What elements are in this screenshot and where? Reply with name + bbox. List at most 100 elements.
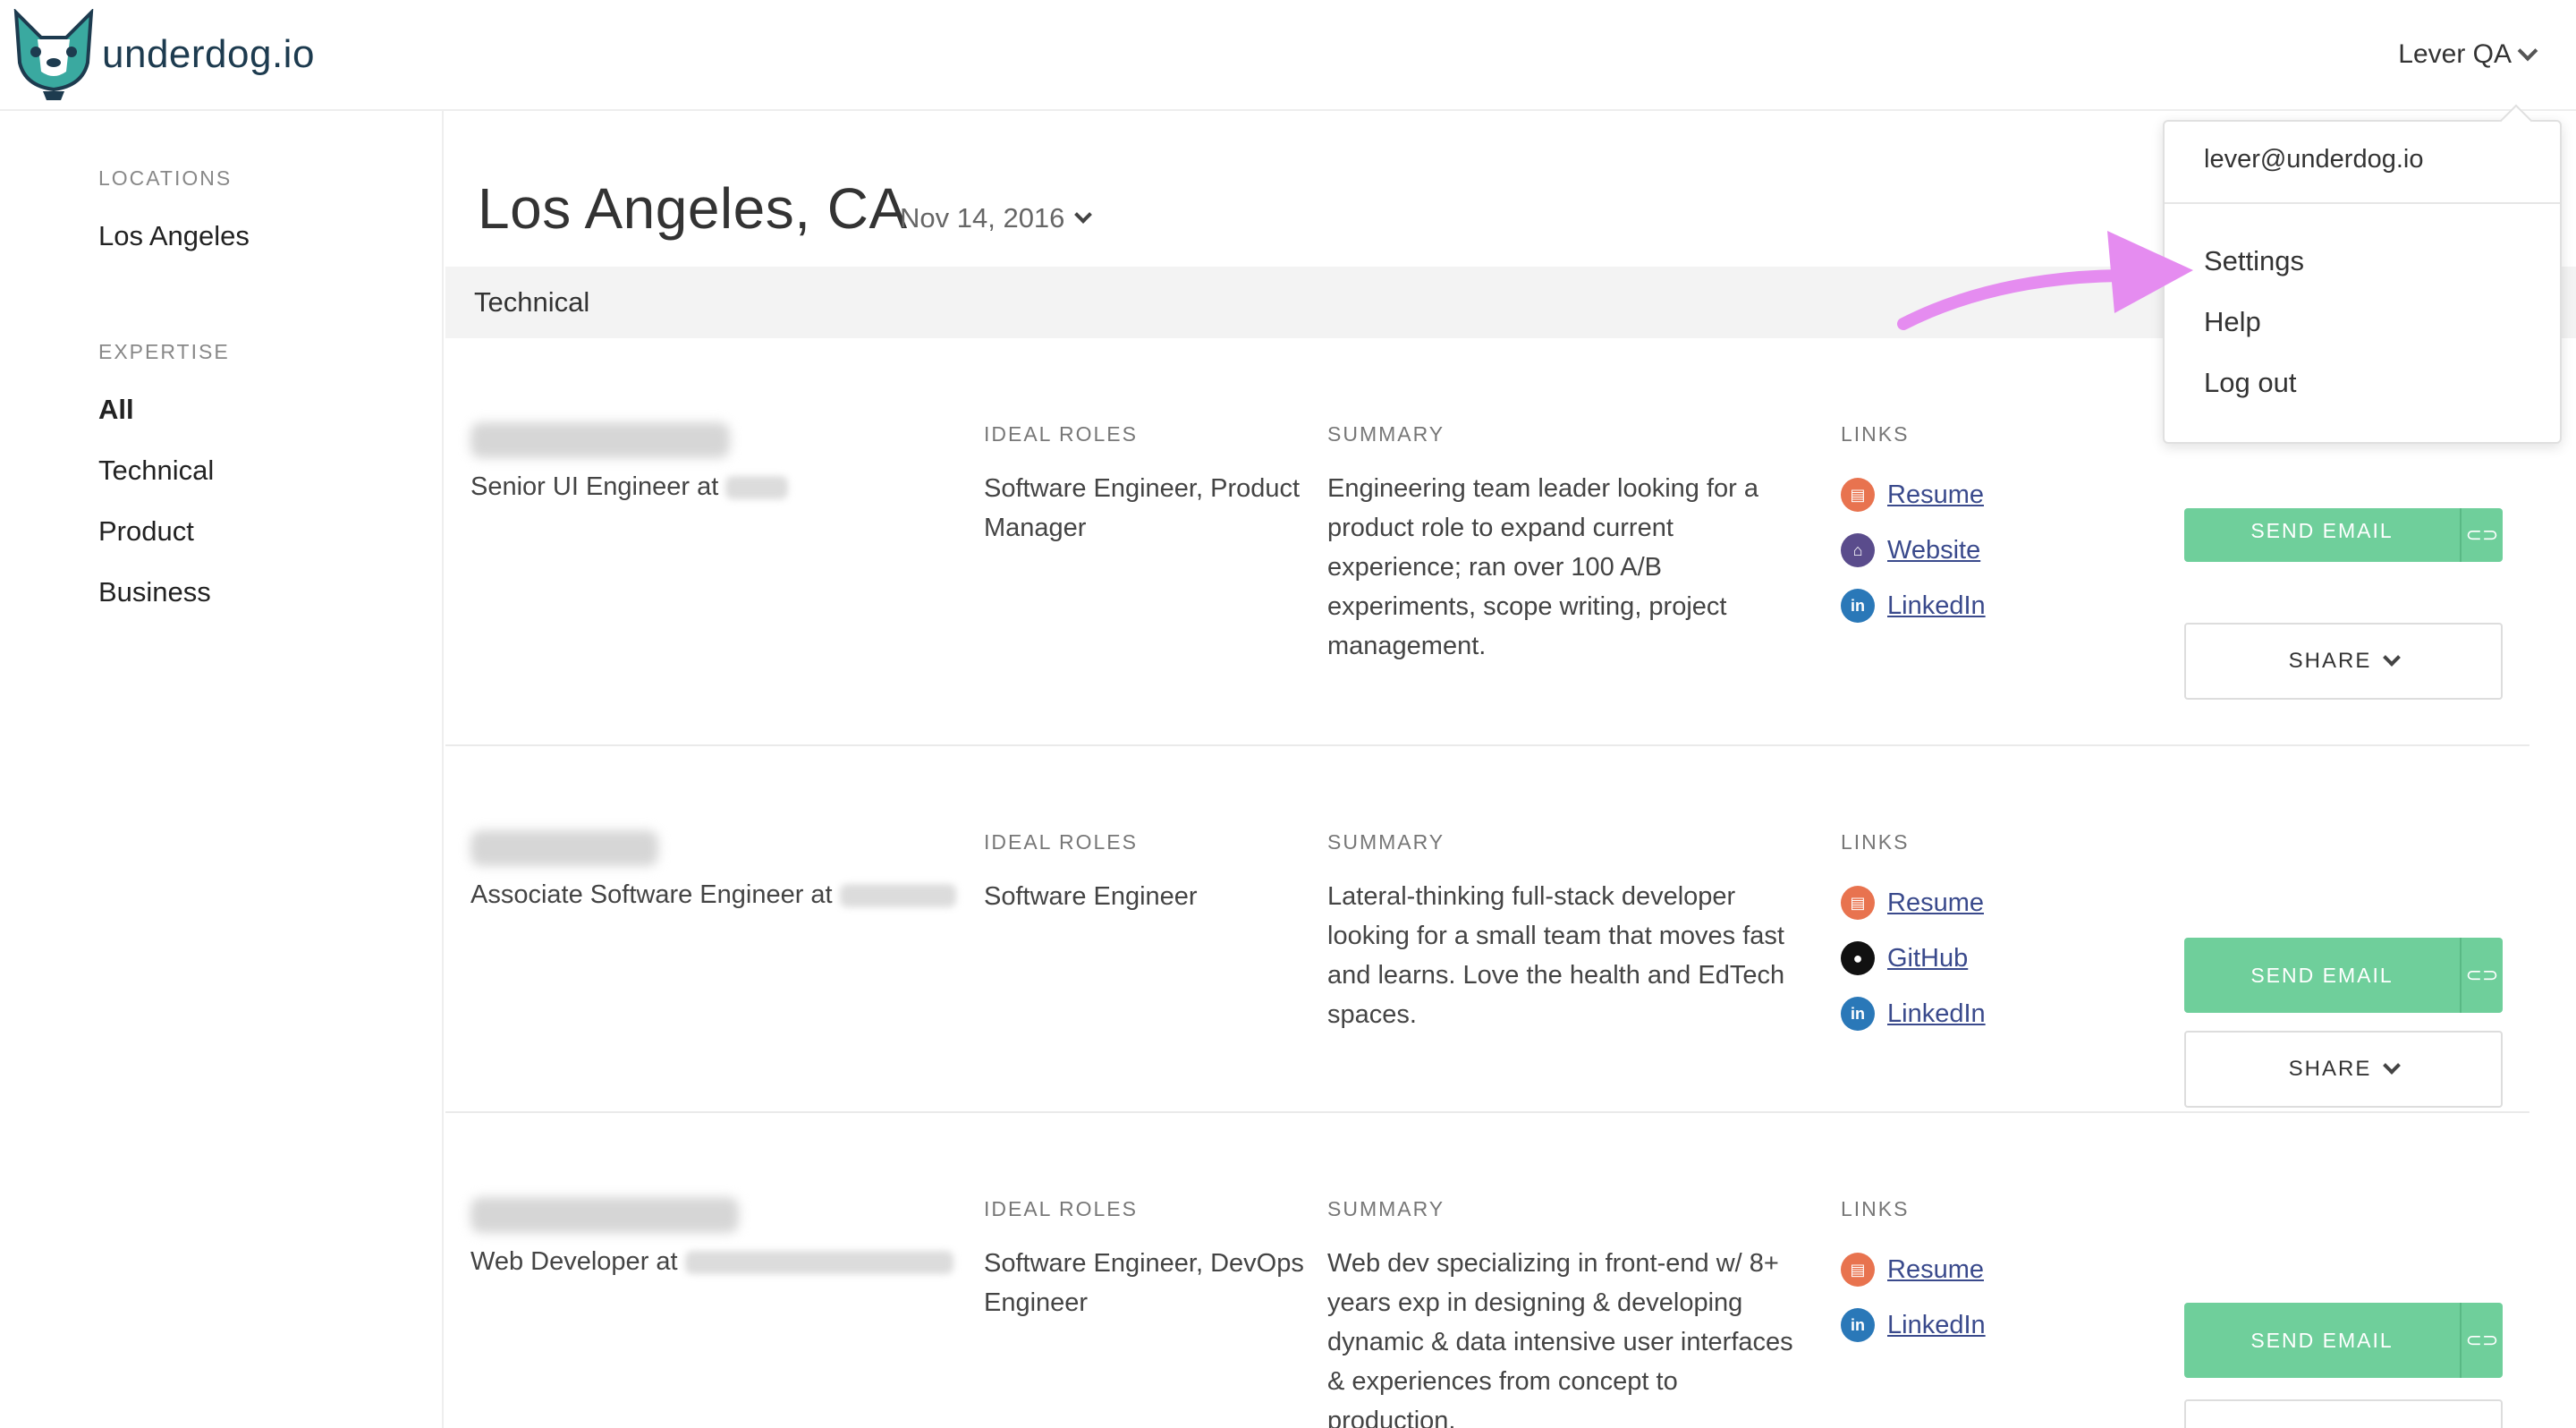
link-icon[interactable]: ⊂⊃: [2462, 508, 2503, 562]
linkedin-link-text[interactable]: LinkedIn: [1887, 999, 1986, 1029]
menu-item-log-out[interactable]: Log out: [2204, 367, 2296, 399]
share-button[interactable]: SHARE: [2184, 1031, 2503, 1108]
share-button[interactable]: SHARE: [2184, 623, 2503, 700]
resume-link-text[interactable]: Resume: [1887, 480, 1984, 510]
ideal-roles-value: Software Engineer, DevOps Engineer: [984, 1249, 1304, 1317]
github-link-text[interactable]: GitHub: [1887, 944, 1968, 973]
send-email-label: SEND EMAIL: [2250, 518, 2394, 542]
linkedin-link-text[interactable]: LinkedIn: [1887, 591, 1986, 621]
resume-link-text[interactable]: Resume: [1887, 888, 1984, 918]
underdog-logo-icon[interactable]: [11, 9, 97, 102]
date-label: Nov 14, 2016: [900, 202, 1065, 234]
brand-name[interactable]: underdog.io: [102, 32, 315, 77]
linkedin-link-text[interactable]: LinkedIn: [1887, 1311, 1986, 1340]
ideal-roles-label: IDEAL ROLES: [984, 422, 1138, 446]
summary-value: Lateral-thinking full-stack developer lo…: [1327, 882, 1785, 1029]
candidate-title-text: Associate Software Engineer at: [470, 880, 833, 909]
filter-sidebar: LOCATIONS Los Angeles EXPERTISE All Tech…: [0, 111, 444, 1428]
dropdown-divider: [2165, 202, 2560, 204]
ideal-roles-value: Software Engineer, Product Manager: [984, 474, 1301, 542]
share-button[interactable]: SHARE: [2184, 1399, 2503, 1428]
menu-item-help[interactable]: Help: [2204, 306, 2261, 338]
linkedin-link[interactable]: in LinkedIn: [1841, 986, 1986, 1041]
candidate-name-blurred: [470, 422, 730, 458]
candidate-title: Associate Software Engineer at: [470, 880, 956, 910]
summary-value: Engineering team leader looking for a pr…: [1327, 474, 1759, 660]
date-select[interactable]: Nov 14, 2016: [900, 202, 1093, 234]
candidate-card: Associate Software Engineer at IDEAL ROL…: [445, 830, 2576, 1135]
locations-heading: LOCATIONS: [98, 166, 233, 190]
links-label: LINKS: [1841, 830, 1910, 854]
resume-link-text[interactable]: Resume: [1887, 1255, 1984, 1285]
share-label: SHARE: [2288, 1057, 2372, 1081]
account-dropdown: lever@underdog.io Settings Help Log out: [2163, 120, 2562, 444]
expertise-heading: EXPERTISE: [98, 340, 230, 363]
chevron-down-icon: [2383, 649, 2402, 667]
send-email-label: SEND EMAIL: [2250, 1328, 2394, 1352]
sidebar-item-technical[interactable]: Technical: [98, 455, 214, 487]
send-email-label: SEND EMAIL: [2250, 963, 2394, 987]
send-email-button[interactable]: SEND EMAIL ⊂⊃: [2184, 508, 2503, 562]
links-list: ▤ Resume in LinkedIn: [1841, 1242, 1986, 1353]
send-email-button[interactable]: SEND EMAIL ⊂⊃: [2184, 1303, 2503, 1378]
summary-value: Web dev specializing in front-end w/ 8+ …: [1327, 1249, 1793, 1428]
candidate-title-text: Web Developer at: [470, 1247, 678, 1276]
summary-label: SUMMARY: [1327, 830, 1445, 854]
row-divider: [445, 744, 2529, 746]
linkedin-icon: in: [1841, 1308, 1875, 1342]
github-icon: ●: [1841, 941, 1875, 975]
top-header: underdog.io Lever QA: [0, 0, 2576, 111]
sidebar-item-all[interactable]: All: [98, 394, 134, 426]
document-icon: ▤: [1841, 478, 1875, 512]
candidate-card: Senior UI Engineer at IDEAL ROLES Softwa…: [445, 422, 2576, 798]
account-menu-toggle[interactable]: Lever QA: [2398, 39, 2538, 70]
resume-link[interactable]: ▤ Resume: [1841, 875, 1986, 931]
account-label: Lever QA: [2398, 39, 2512, 69]
sidebar-item-business[interactable]: Business: [98, 576, 211, 608]
sidebar-item-product[interactable]: Product: [98, 515, 194, 548]
ideal-roles-label: IDEAL ROLES: [984, 1197, 1138, 1220]
linkedin-link[interactable]: in LinkedIn: [1841, 578, 1986, 633]
row-divider: [445, 1111, 2529, 1113]
website-link[interactable]: ⌂ Website: [1841, 523, 1986, 578]
account-email: lever@underdog.io: [2204, 145, 2424, 174]
resume-link[interactable]: ▤ Resume: [1841, 467, 1986, 523]
home-icon: ⌂: [1841, 533, 1875, 567]
company-blurred: [725, 476, 789, 500]
share-label: SHARE: [2288, 649, 2372, 673]
company-blurred: [839, 884, 956, 908]
page-title: Los Angeles, CA: [478, 176, 908, 241]
link-icon[interactable]: ⊂⊃: [2462, 938, 2503, 1013]
send-email-button[interactable]: SEND EMAIL ⊂⊃: [2184, 938, 2503, 1013]
candidate-name-blurred: [470, 830, 658, 866]
linkedin-icon: in: [1841, 589, 1875, 623]
ideal-roles-label: IDEAL ROLES: [984, 830, 1138, 854]
candidate-title: Web Developer at: [470, 1247, 953, 1277]
section-title: Technical: [474, 286, 590, 318]
chevron-down-icon: [2383, 1057, 2402, 1075]
linkedin-icon: in: [1841, 997, 1875, 1031]
ideal-roles-value: Software Engineer: [984, 882, 1198, 911]
link-icon[interactable]: ⊂⊃: [2462, 1303, 2503, 1378]
links-list: ▤ Resume ⌂ Website in LinkedIn: [1841, 467, 1986, 633]
summary-label: SUMMARY: [1327, 1197, 1445, 1220]
menu-item-settings[interactable]: Settings: [2204, 245, 2304, 277]
github-link[interactable]: ● GitHub: [1841, 931, 1986, 986]
resume-link[interactable]: ▤ Resume: [1841, 1242, 1986, 1297]
links-label: LINKS: [1841, 422, 1910, 446]
document-icon: ▤: [1841, 886, 1875, 920]
candidate-card: Web Developer at IDEAL ROLES Software En…: [445, 1197, 2576, 1428]
company-blurred: [684, 1251, 953, 1275]
candidate-name-blurred: [470, 1197, 739, 1233]
candidate-title-text: Senior UI Engineer at: [470, 472, 719, 501]
chevron-down-icon: [1074, 206, 1093, 224]
links-list: ▤ Resume ● GitHub in LinkedIn: [1841, 875, 1986, 1041]
links-label: LINKS: [1841, 1197, 1910, 1220]
linkedin-link[interactable]: in LinkedIn: [1841, 1297, 1986, 1353]
summary-label: SUMMARY: [1327, 422, 1445, 446]
annotation-arrow-icon: [1897, 231, 2193, 330]
document-icon: ▤: [1841, 1253, 1875, 1287]
chevron-down-icon: [2517, 40, 2538, 62]
sidebar-item-los-angeles[interactable]: Los Angeles: [98, 220, 250, 252]
website-link-text[interactable]: Website: [1887, 536, 1980, 565]
